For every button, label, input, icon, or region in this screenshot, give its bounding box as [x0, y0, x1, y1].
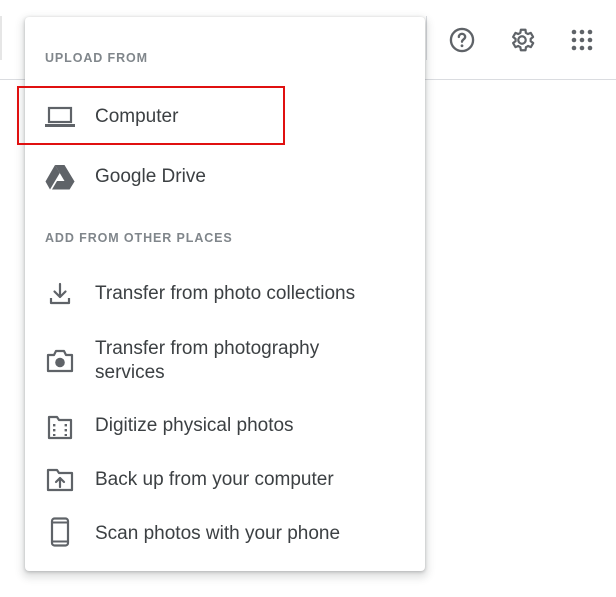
add-from-other-places-heading: ADD FROM OTHER PLACES: [45, 231, 233, 245]
camera-icon: [45, 346, 75, 376]
download-icon: [45, 279, 75, 309]
apps-grid-icon[interactable]: [567, 25, 597, 55]
menu-item-transfer-photography-services[interactable]: Transfer from photography services: [25, 335, 425, 387]
menu-item-back-up-computer[interactable]: Back up from your computer: [25, 460, 425, 500]
menu-item-computer[interactable]: Computer: [25, 97, 425, 137]
menu-item-label: Digitize physical photos: [95, 415, 294, 436]
search-bar-edge: [0, 16, 2, 60]
menu-item-google-drive[interactable]: Google Drive: [25, 157, 425, 197]
menu-item-label: Back up from your computer: [95, 469, 334, 490]
menu-item-label: Scan photos with your phone: [95, 523, 341, 544]
upload-menu: UPLOAD FROM Computer Google Drive ADD FR…: [25, 17, 425, 571]
menu-item-label: Transfer from photography services: [95, 338, 320, 383]
menu-item-scan-photos-phone[interactable]: Scan photos with your phone: [25, 514, 425, 554]
menu-item-label: Google Drive: [95, 166, 206, 187]
menu-item-label: Computer: [95, 106, 179, 127]
menu-item-label: Transfer from photo collections: [95, 283, 356, 304]
upload-from-heading: UPLOAD FROM: [45, 51, 148, 65]
smartphone-icon: [45, 517, 75, 547]
help-icon[interactable]: [447, 25, 477, 55]
folder-upload-icon: [45, 465, 75, 495]
settings-icon[interactable]: [507, 25, 537, 55]
film-folder-icon: [45, 411, 75, 441]
google-drive-icon: [45, 162, 75, 192]
laptop-icon: [45, 102, 75, 132]
menu-item-digitize-physical-photos[interactable]: Digitize physical photos: [25, 406, 425, 446]
menu-item-transfer-photo-collections[interactable]: Transfer from photo collections: [25, 274, 425, 314]
